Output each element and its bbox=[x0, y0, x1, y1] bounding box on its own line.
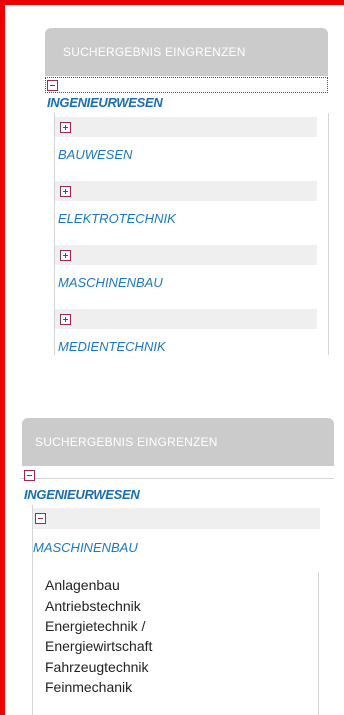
panel-header: SUCHERGEBNIS EINGRENZEN bbox=[22, 418, 334, 466]
focus-outline bbox=[45, 77, 328, 93]
subcategory-link[interactable]: Energietechnik / bbox=[45, 616, 145, 636]
row-bg bbox=[33, 508, 320, 529]
minus-box-icon[interactable] bbox=[35, 513, 46, 524]
category-link[interactable]: MASCHINENBAU bbox=[58, 275, 163, 290]
divider bbox=[20, 478, 334, 479]
subcategory-link[interactable]: Feinmechanik bbox=[45, 677, 132, 697]
category-root[interactable]: INGENIEURWESEN bbox=[47, 95, 163, 110]
subcategory-link[interactable]: Antriebstechnik bbox=[45, 596, 141, 616]
panel-title: SUCHERGEBNIS EINGRENZEN bbox=[63, 45, 246, 59]
category-link[interactable]: MEDIENTECHNIK bbox=[58, 339, 166, 354]
tree-line bbox=[318, 572, 319, 715]
subcategory-link[interactable]: Anlagenbau bbox=[45, 575, 120, 595]
tree-line bbox=[328, 113, 329, 355]
red-frame-top bbox=[0, 0, 344, 5]
plus-box-icon[interactable] bbox=[60, 186, 71, 197]
subcategory-link[interactable]: Energiewirtschaft bbox=[45, 636, 152, 656]
subcategory-link[interactable]: Fahrzeugtechnik bbox=[45, 657, 149, 677]
row-bg bbox=[55, 117, 317, 137]
plus-box-icon[interactable] bbox=[60, 122, 71, 133]
minus-box-icon[interactable] bbox=[24, 470, 35, 481]
row-bg bbox=[55, 309, 317, 329]
plus-box-icon[interactable] bbox=[60, 314, 71, 325]
category-link[interactable]: ELEKTROTECHNIK bbox=[58, 211, 176, 226]
category-link[interactable]: MASCHINENBAU bbox=[33, 540, 138, 555]
row-bg bbox=[55, 181, 317, 201]
panel-title: SUCHERGEBNIS EINGRENZEN bbox=[35, 435, 218, 449]
category-root[interactable]: INGENIEURWESEN bbox=[24, 487, 140, 502]
tree-line bbox=[32, 505, 33, 715]
category-link[interactable]: BAUWESEN bbox=[58, 147, 132, 162]
plus-box-icon[interactable] bbox=[60, 250, 71, 261]
panel-header: SUCHERGEBNIS EINGRENZEN bbox=[45, 28, 328, 76]
row-bg bbox=[55, 245, 317, 265]
minus-box-icon[interactable] bbox=[47, 80, 58, 91]
red-frame-left bbox=[0, 0, 5, 715]
